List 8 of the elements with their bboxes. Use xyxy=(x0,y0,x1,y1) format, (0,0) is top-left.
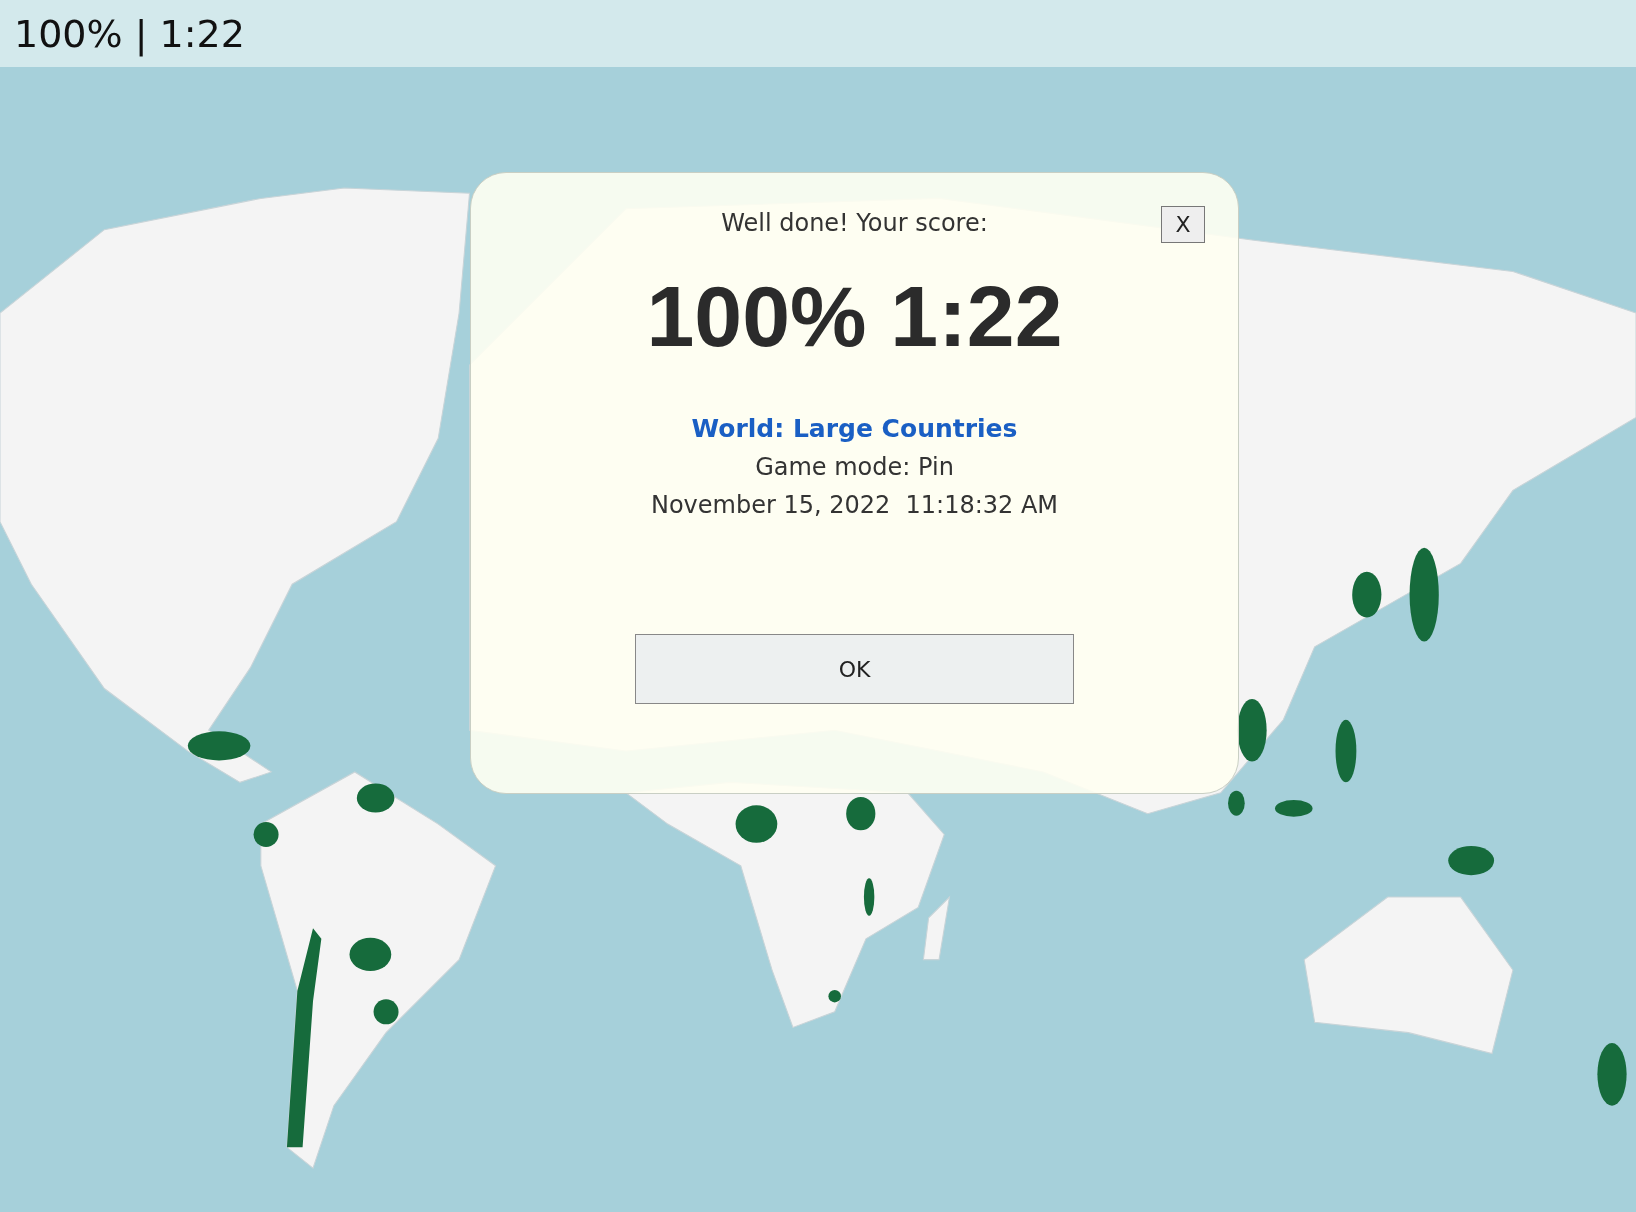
date-text: November 15, 2022 11:18:32 AM xyxy=(650,491,1059,519)
score-time-status: 100% | 1:22 xyxy=(14,11,245,56)
game-mode-text: Game mode: Pin xyxy=(755,453,954,481)
dialog-title: Well done! Your score: xyxy=(721,209,988,237)
close-button[interactable]: X xyxy=(1161,206,1205,243)
ok-button[interactable]: OK xyxy=(635,634,1074,704)
quiz-link[interactable]: World: Large Countries xyxy=(691,414,1018,443)
final-score: 100% 1:22 xyxy=(646,267,1063,366)
